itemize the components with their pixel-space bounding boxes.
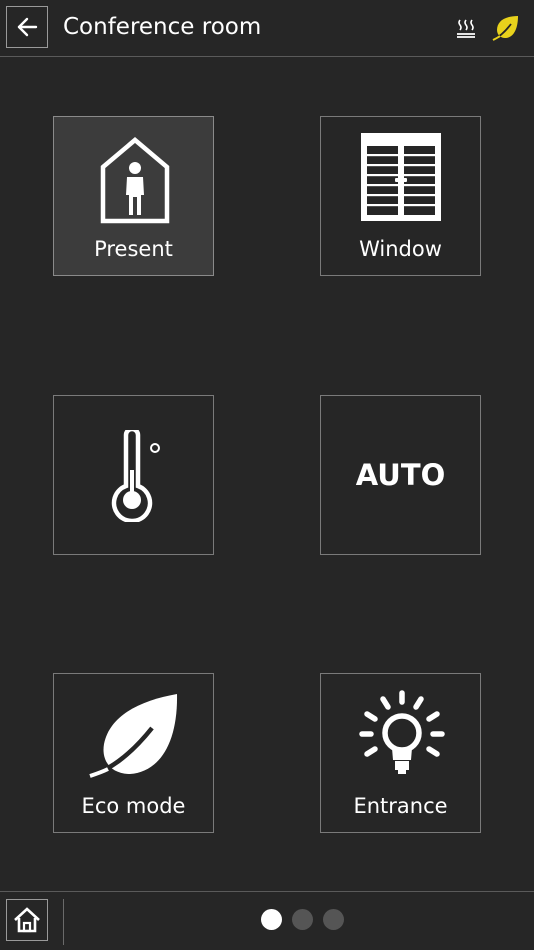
back-button[interactable]	[6, 6, 48, 48]
tile-label: Eco mode	[81, 794, 186, 818]
home-button[interactable]	[6, 899, 48, 941]
tile-present[interactable]: Present	[53, 116, 214, 276]
footer-bar	[0, 891, 534, 950]
tile-label: AUTO	[355, 458, 446, 492]
tile-temperature[interactable]	[53, 395, 214, 555]
tile-window[interactable]: Window	[320, 116, 481, 276]
tile-label: Window	[359, 237, 442, 261]
tile-label: Entrance	[353, 794, 448, 818]
page-dot-2[interactable]	[292, 909, 313, 930]
window-blinds-icon	[361, 133, 441, 221]
tile-entrance[interactable]: Entrance	[320, 673, 481, 833]
leaf-icon	[492, 16, 518, 41]
page-dot-3[interactable]	[323, 909, 344, 930]
tile-label: Present	[94, 237, 173, 261]
person-in-house-icon	[100, 137, 170, 224]
screen: Conference room Present Window AUTO Eco …	[0, 0, 534, 950]
header-bar: Conference room	[0, 0, 534, 57]
tile-eco-mode[interactable]: Eco mode	[53, 673, 214, 833]
thermometer-icon	[111, 430, 160, 522]
page-dot-1[interactable]	[261, 909, 282, 930]
tile-auto[interactable]: AUTO	[320, 395, 481, 555]
home-icon	[14, 907, 40, 933]
heating-icon	[457, 19, 475, 38]
arrow-left-icon	[17, 17, 38, 37]
footer-divider	[63, 899, 64, 945]
light-bulb-icon	[359, 690, 445, 774]
page-title: Conference room	[63, 14, 262, 40]
leaf-icon	[89, 694, 178, 779]
